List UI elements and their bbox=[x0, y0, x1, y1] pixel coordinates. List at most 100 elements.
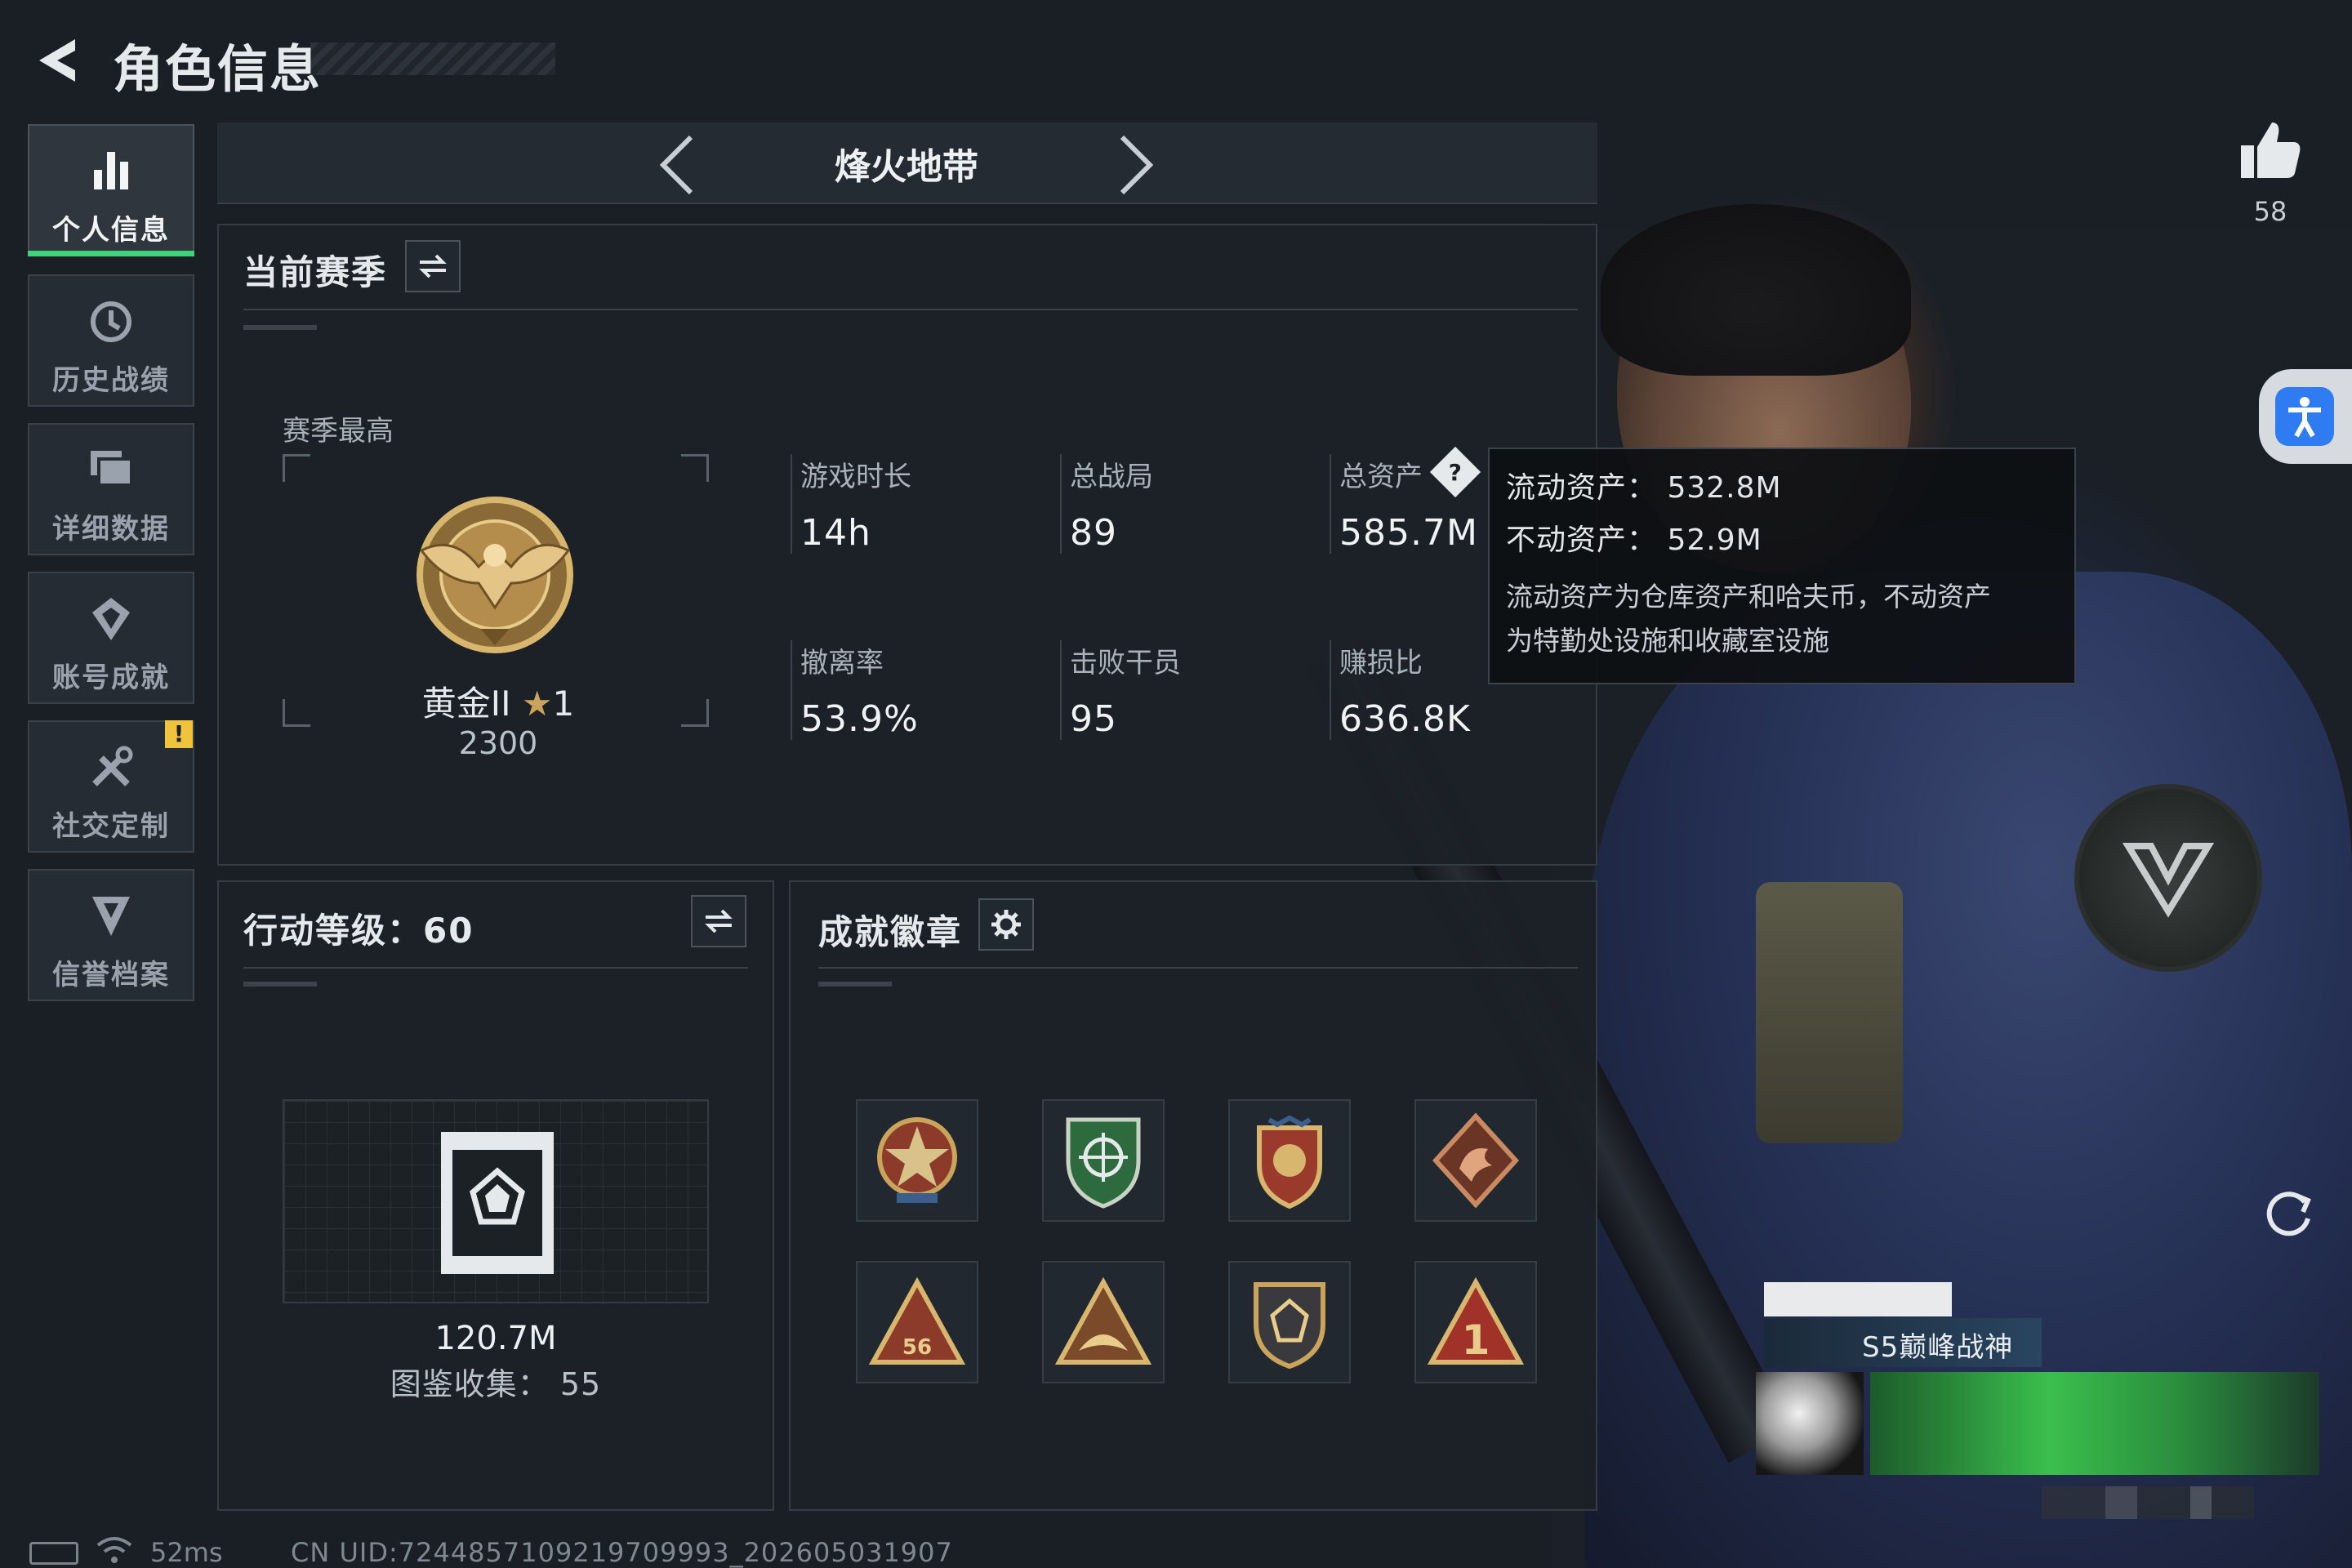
divider-accent bbox=[243, 325, 317, 330]
sidebar-item-reputation[interactable]: 信誉档案 bbox=[28, 869, 194, 1001]
tooltip-liquid-assets: 流动资产： 532.8M bbox=[1506, 471, 1782, 505]
sidebar-item-personal-info[interactable]: 个人信息 bbox=[28, 124, 194, 256]
dark-shield-icon bbox=[1254, 1282, 1325, 1370]
divider-accent bbox=[818, 982, 892, 987]
stat-kills: 击败干员 95 bbox=[1060, 640, 1305, 740]
dragon-diamond-icon bbox=[1432, 1112, 1520, 1209]
collection-cabinet-icon bbox=[441, 1132, 554, 1274]
tooltip-note-line: 为特勤处设施和收藏室设施 bbox=[1506, 625, 1829, 657]
frame-corner bbox=[681, 454, 709, 482]
stat-value: 95 bbox=[1070, 698, 1117, 740]
frame-corner bbox=[283, 454, 310, 482]
sidebar-item-label: 个人信息 bbox=[52, 214, 170, 247]
page-title: 角色信息 bbox=[113, 39, 323, 99]
badge-slot[interactable] bbox=[1228, 1261, 1351, 1383]
chevron-right-icon[interactable] bbox=[1111, 132, 1160, 198]
divider bbox=[243, 967, 748, 969]
badges-title: 成就徽章 bbox=[818, 912, 963, 952]
sidebar-item-label: 信誉档案 bbox=[52, 959, 170, 991]
accessibility-button[interactable] bbox=[2259, 369, 2352, 464]
season-title: 当前赛季 bbox=[243, 252, 388, 292]
sidebar-item-achievements[interactable]: 账号成就 bbox=[28, 572, 194, 704]
stat-label: 击败干员 bbox=[1070, 647, 1181, 679]
wifi-icon bbox=[96, 1537, 132, 1563]
stat-value: 53.9% bbox=[800, 698, 919, 740]
avatar[interactable] bbox=[1756, 1372, 1864, 1475]
tooltip-note-line: 流动资产为仓库资产和哈夫币，不动资产 bbox=[1506, 581, 1991, 612]
name-card-footer bbox=[2042, 1486, 2254, 1519]
badge-slot[interactable] bbox=[1228, 1099, 1351, 1222]
reputation-shield-icon bbox=[92, 897, 130, 936]
like-count: 58 bbox=[2253, 196, 2287, 227]
stat-play-time: 游戏时长 14h bbox=[791, 454, 1036, 554]
collection-value: 120.7M bbox=[434, 1320, 557, 1357]
badge-slot[interactable] bbox=[1414, 1099, 1537, 1222]
name-card-banner[interactable] bbox=[1870, 1372, 2319, 1475]
stat-label: 撤离率 bbox=[800, 647, 884, 679]
back-arrow-icon[interactable] bbox=[31, 34, 80, 87]
gold-rank-emblem-icon bbox=[416, 497, 573, 653]
badge-slot[interactable] bbox=[1042, 1261, 1165, 1383]
stat-extract-rate: 撤离率 53.9% bbox=[791, 640, 1036, 740]
rotate-view-icon[interactable] bbox=[2261, 1184, 2318, 1241]
assets-tooltip: 流动资产： 532.8M 不动资产： 52.9M 流动资产为仓库资产和哈夫币，不… bbox=[1488, 448, 2076, 684]
stat-total-matches: 总战局 89 bbox=[1060, 454, 1305, 554]
bar-chart-icon bbox=[94, 152, 128, 189]
character-radio-gear bbox=[1756, 882, 1903, 1143]
action-level-title: 行动等级：60 bbox=[243, 911, 474, 951]
season-switch-button[interactable] bbox=[405, 240, 461, 292]
svg-text:56: 56 bbox=[902, 1335, 932, 1360]
badge-slot[interactable] bbox=[856, 1099, 978, 1222]
svg-text:1: 1 bbox=[1462, 1316, 1490, 1364]
tooltip-fixed-assets: 不动资产： 52.9M bbox=[1506, 523, 1762, 557]
level-switch-button[interactable] bbox=[691, 895, 746, 947]
badge-settings-button[interactable] bbox=[978, 898, 1034, 951]
green-crosshair-shield-icon bbox=[1066, 1117, 1141, 1209]
collection-display[interactable] bbox=[283, 1099, 709, 1303]
chevron-left-icon[interactable] bbox=[653, 132, 702, 198]
character-shoulder-patch bbox=[2074, 784, 2262, 972]
badge-slot[interactable]: 56 bbox=[856, 1261, 978, 1383]
stat-value: 14h bbox=[800, 512, 871, 554]
divider-accent bbox=[243, 982, 317, 987]
star-medal-icon bbox=[877, 1117, 957, 1203]
eagle-crest-icon bbox=[1257, 1115, 1322, 1209]
thumbs-up-icon[interactable] bbox=[2238, 118, 2303, 183]
card-name-block bbox=[1764, 1282, 1952, 1316]
sidebar-item-history[interactable]: 历史战绩 bbox=[28, 274, 194, 407]
rank-score: 2300 bbox=[458, 725, 538, 761]
sidebar-item-label: 社交定制 bbox=[52, 810, 170, 843]
ping-readout: 52ms bbox=[150, 1537, 223, 1568]
rank-stars: 1 bbox=[552, 684, 575, 724]
stat-label: 总战局 bbox=[1070, 461, 1153, 493]
notification-badge: ! bbox=[165, 720, 193, 748]
swap-icon bbox=[705, 909, 733, 933]
badge-slot[interactable] bbox=[1042, 1099, 1165, 1222]
player-uid: CN UID:7244857109219709993_202605031907 bbox=[291, 1537, 953, 1568]
badge-slot[interactable]: 1 bbox=[1414, 1261, 1537, 1383]
stat-value: 89 bbox=[1070, 512, 1117, 554]
swap-icon bbox=[419, 254, 447, 278]
gear-icon bbox=[991, 910, 1021, 939]
accessibility-icon bbox=[2288, 397, 2321, 438]
triangle-56-icon: 56 bbox=[868, 1277, 966, 1365]
collection-count: 图鉴收集： 55 bbox=[390, 1366, 602, 1402]
rank-name-line: 黄金II ★1 bbox=[384, 676, 612, 726]
divider bbox=[818, 967, 1578, 969]
sidebar-item-detail-data[interactable]: 详细数据 bbox=[28, 423, 194, 555]
mode-title: 烽火地带 bbox=[835, 146, 978, 188]
sidebar-item-label: 详细数据 bbox=[52, 513, 170, 546]
season-best-label: 赛季最高 bbox=[283, 415, 394, 448]
stat-value: 636.8K bbox=[1339, 698, 1471, 740]
character-hair bbox=[1601, 204, 1911, 376]
tools-icon bbox=[92, 746, 133, 786]
divider bbox=[243, 309, 1578, 310]
battery-icon bbox=[29, 1542, 78, 1565]
triangle-wing-icon bbox=[1054, 1277, 1152, 1365]
frame-corner bbox=[283, 699, 310, 727]
history-clock-icon bbox=[91, 301, 131, 342]
player-title: S5巅峰战神 bbox=[1862, 1331, 2014, 1364]
title-decoration bbox=[310, 42, 555, 75]
triangle-one-icon: 1 bbox=[1427, 1277, 1525, 1365]
stat-label: 游戏时长 bbox=[800, 461, 911, 493]
